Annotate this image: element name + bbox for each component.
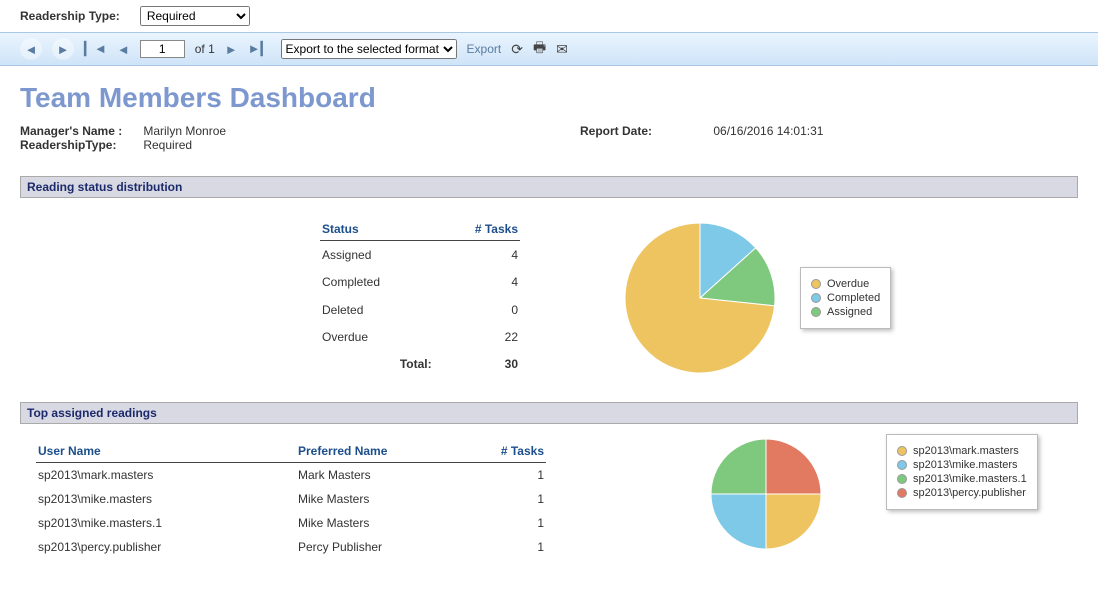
col-user: User Name: [36, 440, 296, 463]
print-icon[interactable]: 🖶: [533, 37, 546, 61]
swatch-icon: [897, 460, 907, 470]
col-pref: Preferred Name: [296, 440, 476, 463]
page-title: Team Members Dashboard: [20, 82, 1078, 114]
swatch-icon: [811, 279, 821, 289]
refresh-icon[interactable]: ⟳: [511, 41, 523, 58]
report-body: Team Members Dashboard Manager's Name : …: [0, 66, 1098, 589]
status-legend: Overdue Completed Assigned: [800, 267, 891, 329]
table-row: sp2013\mike.masters.1Mike Masters1: [36, 511, 546, 535]
first-page-icon[interactable]: ▎◄: [84, 38, 107, 60]
table-row: sp2013\mark.mastersMark Masters1: [36, 463, 546, 488]
status-pie-chart-overlay: [620, 218, 780, 378]
swatch-icon: [897, 474, 907, 484]
next-page-icon[interactable]: ►: [225, 38, 238, 60]
top-readings-pie-chart: [706, 434, 826, 554]
manager-label: Manager's Name :: [20, 124, 140, 138]
table-row: Overdue22: [320, 323, 520, 350]
table-row: sp2013\mike.mastersMike Masters1: [36, 487, 546, 511]
top-readings-table: User Name Preferred Name # Tasks sp2013\…: [36, 440, 546, 559]
section-header-status: Reading status distribution: [20, 176, 1078, 198]
col-tasks: # Tasks: [434, 218, 520, 241]
filter-bar: Readership Type: Required: [0, 0, 1098, 32]
nav-forward-icon[interactable]: ►: [52, 38, 74, 60]
nav-back-icon[interactable]: ◄: [20, 38, 42, 60]
table-row: Completed4: [320, 268, 520, 295]
manager-value: Marilyn Monroe: [143, 124, 226, 138]
export-format-select[interactable]: Export to the selected format: [281, 39, 457, 59]
swatch-icon: [811, 307, 821, 317]
col-tasks2: # Tasks: [476, 440, 546, 463]
readershiptype-label: ReadershipType:: [20, 138, 140, 152]
report-date-value: 06/16/2016 14:01:31: [713, 124, 823, 138]
col-status: Status: [320, 218, 434, 241]
export-link[interactable]: Export: [467, 42, 502, 56]
email-icon[interactable]: ✉: [556, 41, 568, 58]
report-date-label: Report Date:: [580, 124, 700, 138]
swatch-icon: [897, 488, 907, 498]
report-toolbar: ◄ ► ▎◄ ◄ of 1 ► ►▎ Export to the selecte…: [0, 32, 1098, 66]
meta-row: Manager's Name : Marilyn Monroe Readersh…: [20, 124, 1078, 152]
page-total-label: of 1: [195, 42, 215, 56]
table-row: Deleted0: [320, 296, 520, 323]
section-header-top: Top assigned readings: [20, 402, 1078, 424]
last-page-icon[interactable]: ►▎: [248, 38, 271, 60]
table-total-row: Total:30: [320, 351, 520, 378]
table-row: sp2013\percy.publisherPercy Publisher1: [36, 535, 546, 559]
readershiptype-value: Required: [143, 138, 192, 152]
table-row: Assigned4: [320, 241, 520, 269]
top-readings-legend: sp2013\mark.masters sp2013\mike.masters …: [886, 434, 1038, 510]
prev-page-icon[interactable]: ◄: [117, 38, 130, 60]
readership-type-label: Readership Type:: [20, 9, 120, 23]
swatch-icon: [811, 293, 821, 303]
readership-type-select[interactable]: Required: [140, 6, 250, 26]
page-number-input[interactable]: [140, 40, 185, 58]
swatch-icon: [897, 446, 907, 456]
status-table: Status # Tasks Assigned4 Completed4 Dele…: [320, 218, 520, 378]
